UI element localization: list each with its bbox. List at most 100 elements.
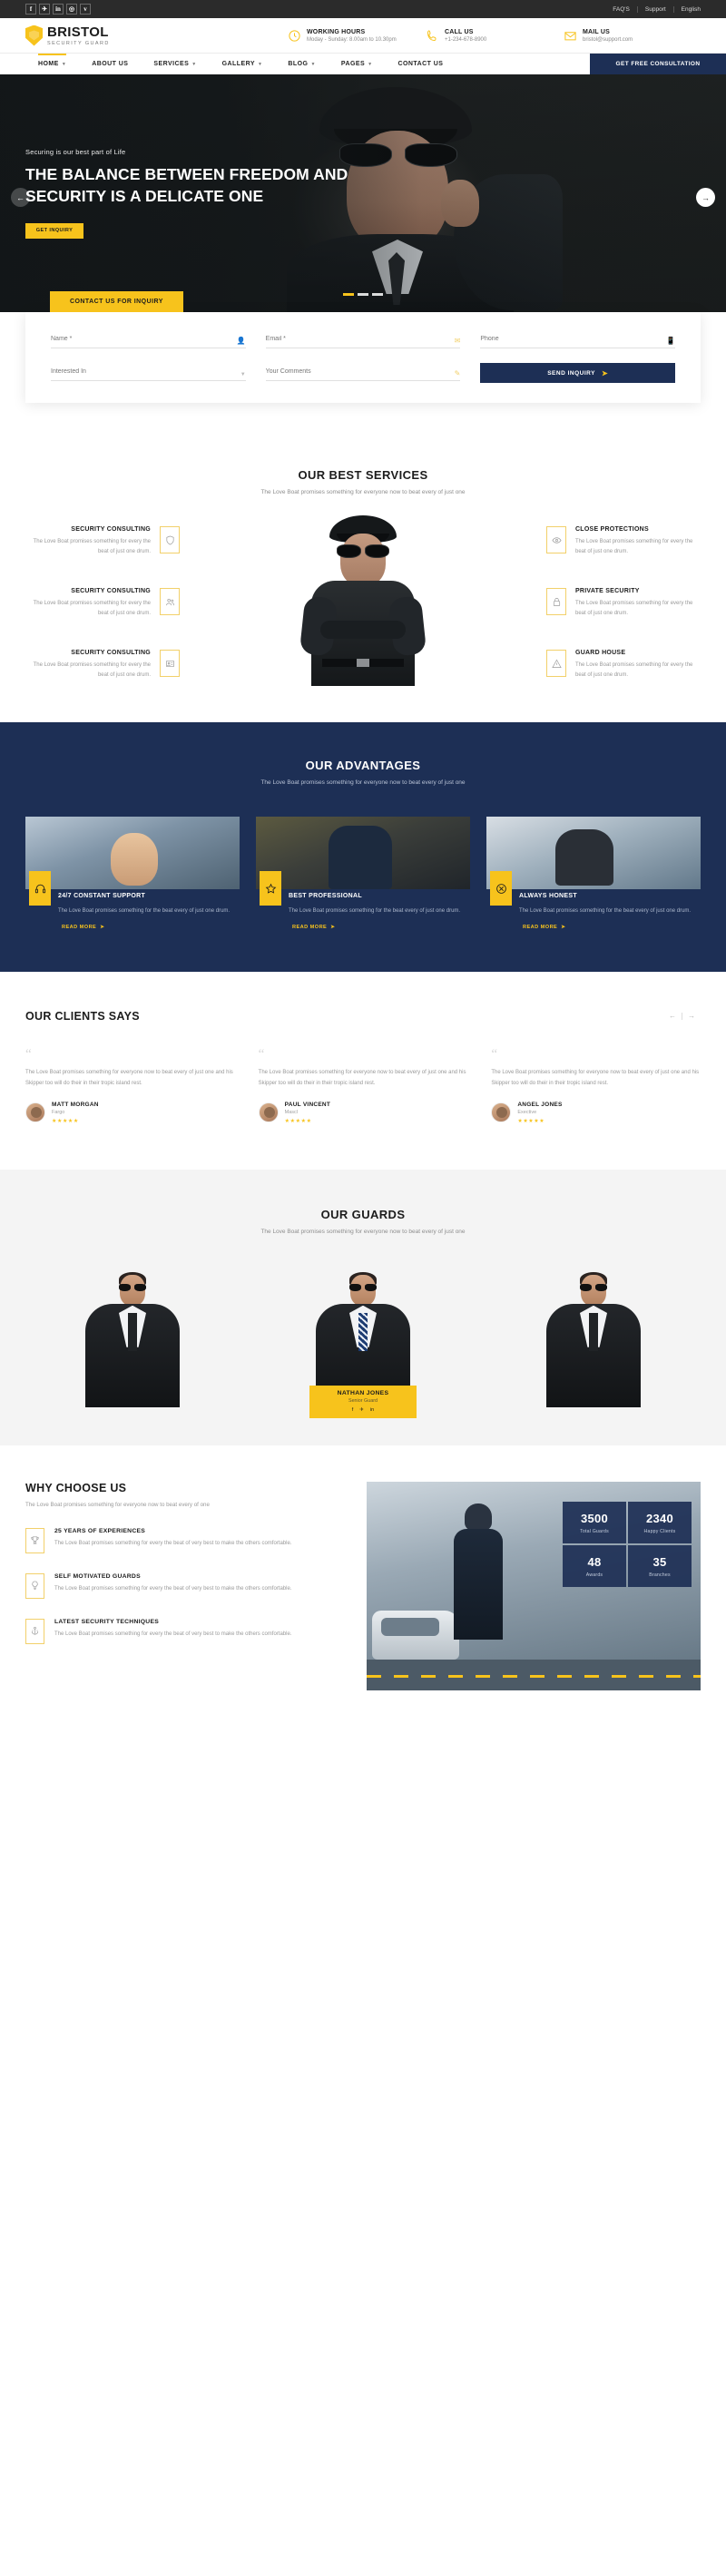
service-item[interactable]: PRIVATE SECURITY The Love Boat promises … (546, 588, 701, 619)
arrow-right-icon: ➤ (100, 925, 105, 931)
nav-label-contact-us: CONTACT US (397, 61, 444, 67)
nav-item-services[interactable]: SERVICES ▼ (141, 54, 209, 75)
slider-next-arrow[interactable]: → (696, 188, 715, 207)
working-hours-title: WORKING HOURS (307, 28, 366, 35)
stat-branches: 35 Branches (628, 1544, 692, 1587)
linkedin-icon[interactable]: in (53, 4, 64, 15)
advantage-image (486, 817, 701, 889)
testimonial-text: The Love Boat promises something for eve… (491, 1070, 700, 1087)
service-item[interactable]: SECURITY CONSULTING The Love Boat promis… (25, 650, 180, 681)
service-desc: The Love Boat promises something for eve… (575, 662, 693, 679)
services-left-column: SECURITY CONSULTING The Love Boat promis… (25, 526, 180, 681)
card-icon (160, 650, 180, 678)
service-item[interactable]: GUARD HOUSE The Love Boat promises somet… (546, 650, 701, 681)
linkedin-icon[interactable]: in (370, 1407, 374, 1413)
get-free-consultation-button[interactable]: GET FREE CONSULTATION (590, 54, 726, 74)
nav-item-home[interactable]: HOME ▼ (25, 53, 79, 75)
testimonials-prev-arrow[interactable]: ← (663, 1013, 682, 1021)
slider-prev-arrow[interactable]: ← (11, 188, 30, 207)
email-input[interactable] (265, 336, 461, 342)
guard-card[interactable] (486, 1262, 701, 1407)
testimonials-header: OUR CLIENTS SAYS ← → (25, 1010, 701, 1023)
mail-us-value[interactable]: bristol@support.com (583, 37, 633, 43)
phone-field[interactable]: 📱 (480, 330, 676, 348)
service-name: SECURITY CONSULTING (71, 650, 151, 657)
why-item[interactable]: SELF MOTIVATED GUARDS The Love Boat prom… (25, 1572, 343, 1599)
nav-item-gallery[interactable]: GALLERY ▼ (210, 54, 276, 75)
guard-tie-shape (128, 1312, 137, 1351)
service-item[interactable]: SECURITY CONSULTING The Love Boat promis… (25, 588, 180, 619)
vimeo-icon[interactable]: v (80, 4, 91, 15)
guard-figure-shape (450, 1503, 506, 1640)
service-item[interactable]: SECURITY CONSULTING The Love Boat promis… (25, 526, 180, 557)
service-name: SECURITY CONSULTING (71, 526, 151, 533)
faq-link[interactable]: FAQ'S (605, 5, 638, 13)
avatar (491, 1102, 512, 1123)
interested-in-select[interactable] (51, 368, 246, 375)
pencil-icon: ✎ (454, 369, 461, 377)
twitter-icon[interactable]: ✈ (39, 4, 50, 15)
call-us-value[interactable]: +1-234-678-8900 (445, 37, 486, 43)
services-right-column: CLOSE PROTECTIONS The Love Boat promises… (546, 526, 701, 681)
facebook-icon[interactable]: f (25, 4, 36, 15)
chevron-down-icon: ▼ (191, 61, 197, 67)
call-us-info: CALL US +1-234-678-8900 (425, 28, 563, 44)
shield-icon (160, 526, 180, 553)
slider-dot-2[interactable] (358, 293, 368, 296)
guards-grid: NATHAN JONES Senior Guard f ✈ in (0, 1235, 726, 1418)
guard-crossed-arms-shape (320, 621, 406, 639)
service-item[interactable]: CLOSE PROTECTIONS The Love Boat promises… (546, 526, 701, 557)
language-link[interactable]: English (674, 6, 701, 13)
twitter-icon[interactable]: ✈ (359, 1407, 364, 1413)
slider-dot-3[interactable] (372, 293, 383, 296)
hero-content: Securing is our best part of Life THE BA… (25, 74, 407, 312)
why-item[interactable]: 25 YEARS OF EXPERIENCES The Love Boat pr… (25, 1527, 343, 1553)
send-inquiry-button[interactable]: SEND INQUIRY ➤ (480, 363, 676, 383)
why-item[interactable]: LATEST SECURITY TECHNIQUES The Love Boat… (25, 1618, 343, 1644)
comments-field[interactable]: ✎ (265, 363, 461, 381)
mail-us-title: MAIL US (583, 28, 611, 35)
nav-item-pages[interactable]: PAGES ▼ (329, 54, 386, 75)
name-field[interactable]: 👤 (51, 330, 246, 348)
social-links: f ✈ in ◎ v (25, 4, 91, 15)
logo[interactable]: BRISTOL SECURITY GUARD (25, 24, 110, 46)
bulb-icon (25, 1572, 44, 1599)
testimonials-title: OUR CLIENTS SAYS (25, 1010, 140, 1024)
nav-item-blog[interactable]: BLOG ▼ (275, 54, 328, 75)
instagram-icon[interactable]: ◎ (66, 4, 77, 15)
testimonial-person: MATT MORGAN Fargo ★★★★★ (25, 1102, 235, 1124)
guard-tie-shape (589, 1312, 598, 1351)
get-inquiry-button[interactable]: GET INQUIRY (25, 222, 83, 239)
slider-pagination (343, 293, 383, 296)
working-hours-value: Moday - Sunday: 8.00am to 10.30pm (307, 36, 397, 43)
nav-label-gallery: GALLERY (221, 61, 255, 67)
why-choose-us-section: WHY CHOOSE US The Love Boat promises som… (0, 1445, 726, 1730)
guard-card[interactable] (25, 1262, 240, 1407)
advantage-card[interactable]: ALWAYS HONEST The Love Boat promises som… (486, 817, 701, 930)
advantage-card[interactable]: 24/7 CONSTANT SUPPORT The Love Boat prom… (25, 817, 240, 930)
guard-card-featured[interactable]: NATHAN JONES Senior Guard f ✈ in (256, 1262, 470, 1418)
interested-in-field[interactable]: ▼ (51, 363, 246, 381)
facebook-icon[interactable]: f (352, 1407, 354, 1413)
nav-item-about-us[interactable]: ABOUT US (79, 54, 141, 75)
phone-input[interactable] (480, 336, 676, 342)
comments-input[interactable] (265, 368, 461, 375)
advantage-card[interactable]: BEST PROFESSIONAL The Love Boat promises… (256, 817, 470, 930)
people-icon (160, 588, 180, 616)
guard-role: Senior Guard (348, 1397, 378, 1404)
email-field[interactable]: ✉ (265, 330, 461, 348)
support-link[interactable]: Support (638, 5, 674, 13)
slider-dot-1[interactable] (343, 293, 354, 296)
testimonials-next-arrow[interactable]: → (682, 1013, 701, 1020)
stat-awards: 48 Awards (563, 1544, 626, 1587)
advantage-image (256, 817, 470, 889)
mail-icon (563, 28, 578, 44)
stat-label: Awards (585, 1572, 603, 1578)
advantage-title: BEST PROFESSIONAL (289, 893, 362, 899)
read-more-link[interactable]: READ MORE ➤ (58, 925, 240, 930)
testimonials-section: OUR CLIENTS SAYS ← → “ The Love Boat pro… (0, 972, 726, 1170)
name-input[interactable] (51, 336, 246, 342)
read-more-link[interactable]: READ MORE ➤ (289, 925, 470, 930)
nav-item-contact-us[interactable]: CONTACT US (386, 54, 456, 75)
read-more-link[interactable]: READ MORE ➤ (519, 925, 701, 930)
